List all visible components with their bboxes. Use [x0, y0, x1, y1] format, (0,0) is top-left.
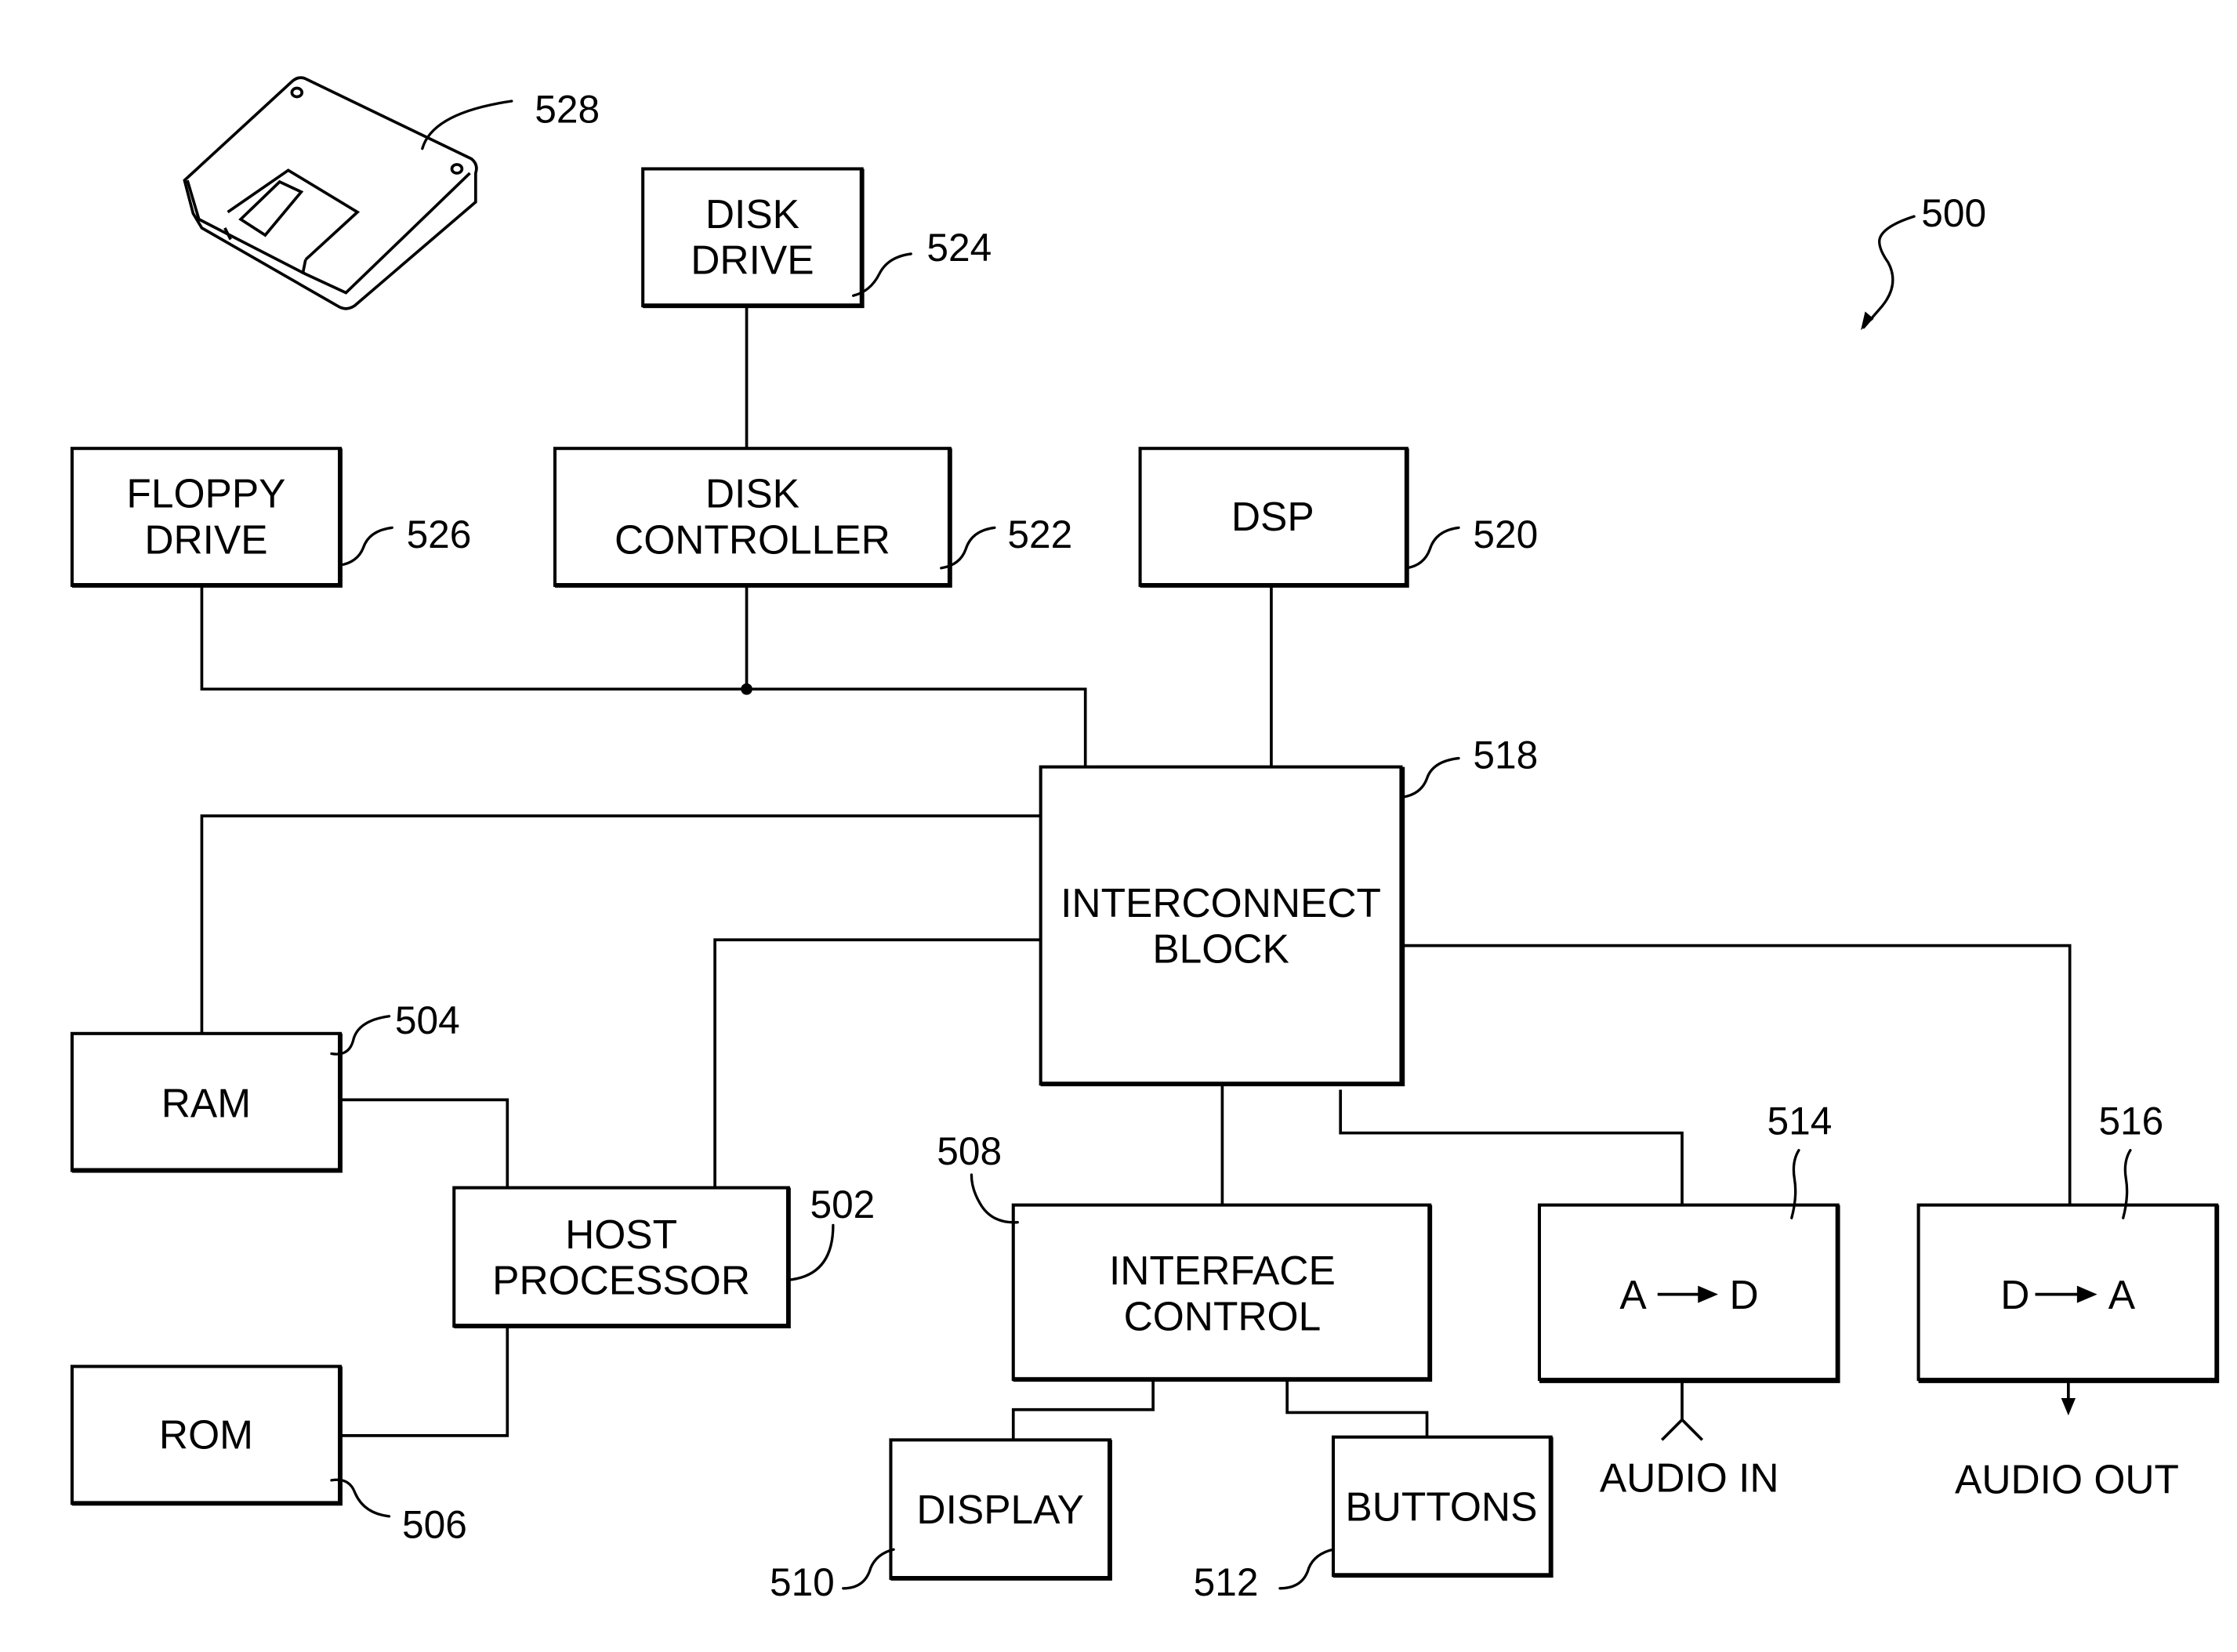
arrow-head-icon — [1861, 311, 1874, 331]
adc-label-left: A — [1619, 1272, 1647, 1317]
block-dac[interactable]: D A 516 AUDIO OUT — [1916, 1100, 2220, 1502]
interconnect-label-1: INTERCONNECT — [1060, 880, 1381, 926]
block-display[interactable]: DISPLAY 510 — [770, 1438, 1112, 1604]
ref-label-512: 512 — [1194, 1560, 1259, 1604]
ref-label-502: 502 — [810, 1183, 875, 1226]
ref-label-518: 518 — [1473, 733, 1538, 777]
block-ram[interactable]: RAM 504 — [70, 998, 460, 1173]
rom-label: ROM — [159, 1411, 253, 1457]
block-interface-control[interactable]: INTERFACE CONTROL 508 — [937, 1129, 1433, 1382]
block-diagram: 528 500 DISK DRIVE 524 FLOPPY DRIVE 526 … — [70, 76, 2220, 1604]
block-buttons[interactable]: BUTTONS 512 — [1194, 1435, 1554, 1604]
interface-control-label-2: CONTROL — [1124, 1294, 1322, 1339]
ref-label-500: 500 — [1921, 191, 1986, 235]
adc-label-right: D — [1730, 1272, 1759, 1317]
dac-label-right: A — [2108, 1272, 2136, 1317]
ram-label: RAM — [161, 1080, 251, 1125]
block-interconnect[interactable]: INTERCONNECT BLOCK 518 — [1039, 733, 1539, 1087]
ref-label-516: 516 — [2098, 1100, 2163, 1143]
audio-out-arrow-icon — [2061, 1398, 2076, 1416]
ref-label-514: 514 — [1767, 1100, 1833, 1143]
floppy-drive-label-1: FLOPPY — [126, 471, 285, 516]
floppy-drive-label-2: DRIVE — [144, 516, 267, 562]
audio-out-label: AUDIO OUT — [1955, 1456, 2179, 1502]
audio-in-connector-icon — [1660, 1418, 1704, 1441]
block-floppy-drive[interactable]: FLOPPY DRIVE 526 — [70, 447, 472, 588]
dac-label-left: D — [2000, 1272, 2029, 1317]
ref-label-504: 504 — [395, 998, 460, 1042]
figure-reference: 500 — [1861, 191, 1986, 331]
block-rom[interactable]: ROM 506 — [70, 1364, 467, 1547]
block-disk-drive[interactable]: DISK DRIVE 524 — [641, 167, 992, 309]
buttons-label: BUTTONS — [1345, 1484, 1537, 1529]
wire-interconnect-adc — [1339, 1089, 1684, 1205]
interface-control-label-1: INTERFACE — [1109, 1248, 1336, 1293]
interconnect-label-2: BLOCK — [1152, 926, 1289, 972]
ref-label-506: 506 — [402, 1502, 467, 1546]
disk-drive-label-1: DISK — [705, 191, 799, 237]
disk-drive-label-2: DRIVE — [691, 237, 814, 283]
disk-controller-label-2: CONTROLLER — [615, 516, 890, 562]
floppy-disk-illustration: 528 — [183, 76, 600, 310]
wire-host-rom — [339, 1326, 509, 1437]
block-host-processor[interactable]: HOST PROCESSOR 502 — [452, 1183, 875, 1329]
disk-controller-label-1: DISK — [705, 471, 799, 516]
ref-label-524: 524 — [926, 226, 992, 270]
dsp-label: DSP — [1231, 494, 1314, 539]
wire-interconnect-ram — [200, 814, 1041, 1034]
ref-label-510: 510 — [770, 1560, 835, 1604]
ref-label-520: 520 — [1473, 513, 1538, 556]
wire-floppy-interconnect — [200, 585, 1087, 767]
block-adc[interactable]: A D 514 AUDIO IN — [1537, 1100, 1840, 1501]
wire-interconnect-dac — [1402, 944, 2072, 1205]
wire-ram-host — [339, 1098, 509, 1188]
ref-label-526: 526 — [407, 513, 472, 556]
junction-dot — [741, 683, 752, 695]
host-processor-label-1: HOST — [565, 1212, 677, 1257]
block-disk-controller[interactable]: DISK CONTROLLER 522 — [553, 447, 1072, 588]
ref-label-508: 508 — [937, 1129, 1002, 1173]
display-label: DISPLAY — [916, 1487, 1084, 1532]
wire-interface-display — [1011, 1379, 1155, 1440]
ref-label-528: 528 — [535, 88, 600, 132]
block-dsp[interactable]: DSP 520 — [1138, 447, 1539, 588]
audio-in-label: AUDIO IN — [1600, 1455, 1779, 1501]
ref-label-522: 522 — [1007, 513, 1072, 556]
host-processor-label-2: PROCESSOR — [492, 1258, 750, 1303]
wire-interface-buttons — [1285, 1379, 1429, 1437]
